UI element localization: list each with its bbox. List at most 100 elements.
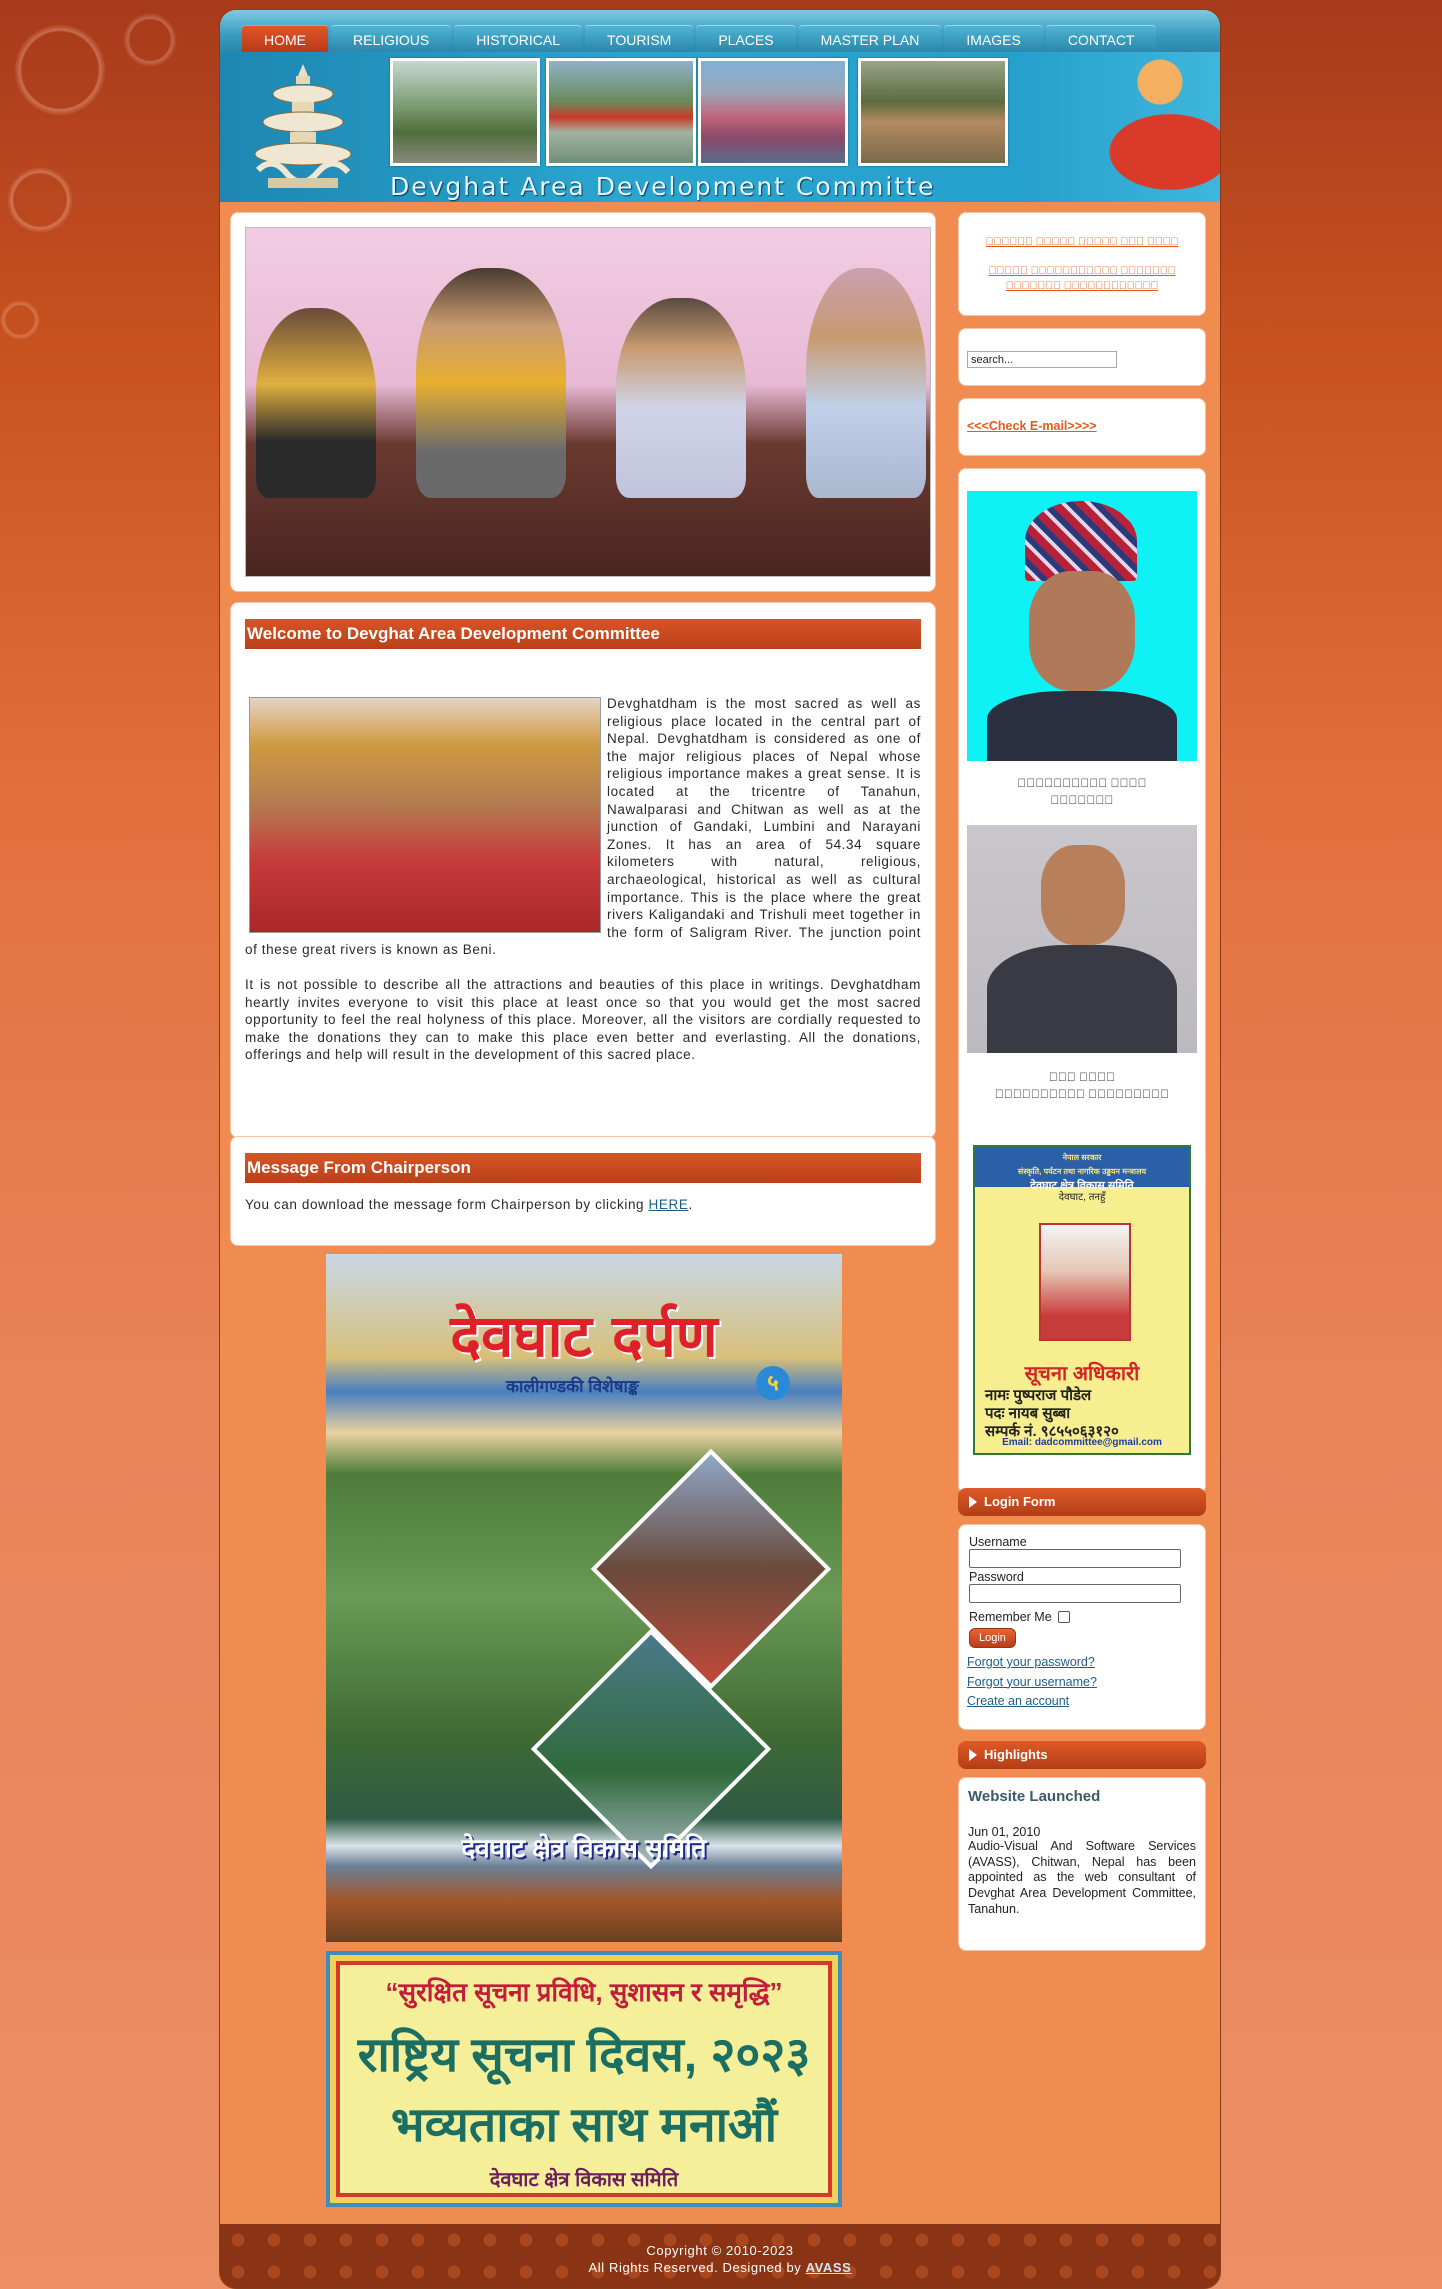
official-2-name:          (1048, 1070, 1116, 1084)
info-card-email: Email: dadcommittee@gmail.com (1002, 1437, 1162, 1448)
official-photo-2 (967, 825, 1197, 1053)
search-input[interactable] (967, 351, 1117, 368)
info-card-name: नामः पुष्पराज पौडेल (985, 1387, 1092, 1404)
official-1-role:         (1050, 793, 1114, 807)
poster1-badge: ५ (756, 1366, 790, 1400)
highlight-item-date: Jun 01, 2010 (968, 1825, 1041, 1839)
check-email-box: <<<Check E-mail>>>> (958, 398, 1206, 456)
info-officer-card[interactable]: नेपाल सरकार संस्कृति, पर्यटन तथा नागरिक … (973, 1145, 1191, 1455)
header-photo-gate (390, 58, 540, 166)
header-photo-temple (546, 58, 696, 166)
info-card-gov: नेपाल सरकार (1062, 1153, 1102, 1162)
check-email-link[interactable]: <<<Check E-mail>>>> (967, 419, 1097, 433)
highlight-item-text: Audio-Visual And Software Services (AVAS… (968, 1839, 1196, 1916)
photo-person-2 (416, 268, 566, 498)
background-swirl-decoration (0, 0, 230, 360)
highlight-item-title[interactable]: Website Launched (968, 1788, 1196, 1805)
info-card-post: पदः नायब सुब्बा (985, 1405, 1071, 1422)
password-input[interactable] (969, 1584, 1181, 1603)
featured-photo-box (230, 212, 936, 592)
chairperson-heading: Message From Chairperson (245, 1153, 921, 1183)
login-form-box: Username Password Remember Me Login Forg… (958, 1524, 1206, 1730)
chairperson-text-after: . (688, 1197, 693, 1212)
photo-person-3 (616, 298, 746, 498)
login-links: Forgot your password? Forgot your userna… (967, 1653, 1197, 1712)
poster1-title: देवघाट दर्पण (450, 1302, 718, 1370)
welcome-box: Welcome to Devghat Area Development Comm… (230, 602, 936, 1138)
username-label: Username (969, 1535, 1027, 1549)
info-card-header: नेपाल सरकार संस्कृति, पर्यटन तथा नागरिक … (975, 1147, 1189, 1192)
poster1-footer: देवघाट क्षेत्र विकास समिति (461, 1833, 707, 1863)
nav-item-images[interactable]: IMAGES (944, 25, 1043, 52)
chairperson-text-before: You can download the message form Chairp… (245, 1197, 649, 1212)
welcome-photo-kids (249, 697, 601, 933)
chairperson-download-link[interactable]: HERE (649, 1197, 689, 1212)
main-nav: HOME RELIGIOUS HISTORICAL TOURISM PLACES… (220, 10, 1220, 52)
poster2-heading: राष्ट्रिय सूचना दिवस, २०२३ (357, 2029, 811, 2082)
info-card-ministry: संस्कृति, पर्यटन तथा नागरिक उड्डयन मन्त्… (1017, 1167, 1147, 1176)
nav-item-tourism[interactable]: TOURISM (585, 25, 694, 52)
welcome-paragraph-2: It is not possible to describe all the a… (245, 976, 921, 1063)
footer-reserved-line: All Rights Reserved. Designed by AVASS (220, 2259, 1220, 2276)
forgot-username-link[interactable]: Forgot your username? (967, 1673, 1197, 1693)
sidebar-link-1[interactable]:                             (959, 235, 1205, 250)
footer-copyright: Copyright © 2010-2023 (646, 2243, 794, 2258)
chairperson-box: Message From Chairperson You can downloa… (230, 1136, 936, 1246)
remember-row: Remember Me (969, 1610, 1197, 1624)
information-day-poster[interactable]: “सुरक्षित सूचना प्रविधि, सुशासन र समृद्ध… (326, 1951, 842, 2207)
photo-person-4 (806, 268, 926, 498)
info-card-place: देवघाट, तनहुँ (1058, 1192, 1106, 1203)
welcome-heading: Welcome to Devghat Area Development Comm… (245, 619, 921, 649)
sidebar-link-2[interactable]:                                         … (959, 264, 1205, 294)
official-2-coat (987, 945, 1177, 1053)
official-1-coat (987, 691, 1177, 761)
password-label: Password (969, 1570, 1024, 1584)
search-box (958, 328, 1206, 386)
official-photo-1 (967, 491, 1197, 761)
official-1-name:                 (1017, 776, 1147, 790)
info-card-title: सूचना अधिकारी (1024, 1363, 1140, 1385)
footer-designer-link[interactable]: AVASS (806, 2260, 852, 2275)
footer-reserved: All Rights Reserved. Designed by (588, 2260, 806, 2275)
photo-person-1 (256, 308, 376, 498)
header-photo-cave (858, 58, 1008, 166)
info-card-photo (1039, 1223, 1131, 1341)
create-account-link[interactable]: Create an account (967, 1692, 1197, 1712)
nav-item-master-plan[interactable]: MASTER PLAN (798, 25, 942, 52)
page-wrapper: HOME RELIGIOUS HISTORICAL TOURISM PLACES… (220, 10, 1220, 2288)
chairperson-text: You can download the message form Chairp… (245, 1196, 921, 1214)
site-logo-icon (254, 64, 352, 188)
official-1-cap (1025, 501, 1137, 581)
header-title: Devghat Area Development Committe (390, 172, 936, 201)
welcome-text: Devghatdham is the most sacred as well a… (245, 695, 921, 1064)
forgot-password-link[interactable]: Forgot your password? (967, 1653, 1197, 1673)
footer: Copyright © 2010-2023 All Rights Reserve… (220, 2224, 1220, 2288)
poster2-slogan: “सुरक्षित सूचना प्रविधि, सुशासन र समृद्ध… (385, 1977, 783, 2007)
poster2-org: देवघाट क्षेत्र विकास समिति (489, 2169, 679, 2191)
nav-item-contact[interactable]: CONTACT (1045, 25, 1157, 52)
header-sage-image (1010, 52, 1220, 202)
header-photo-crowd (698, 58, 848, 166)
highlights-box: Website Launched Jun 01, 2010 Audio-Visu… (958, 1777, 1206, 1951)
login-form-title: Login Form (958, 1488, 1206, 1516)
nav-item-home[interactable]: HOME (242, 25, 328, 52)
official-2-role:                      (994, 1087, 1170, 1101)
login-button[interactable]: Login (969, 1628, 1016, 1648)
remember-me-checkbox[interactable] (1057, 1611, 1070, 1623)
official-2-face (1041, 845, 1125, 945)
nav-item-religious[interactable]: RELIGIOUS (331, 25, 452, 52)
username-input[interactable] (969, 1549, 1181, 1568)
remember-me-label: Remember Me (969, 1610, 1052, 1624)
highlights-title: Highlights (958, 1741, 1206, 1769)
login-button-row: Login (969, 1628, 1197, 1648)
poster2-subheading: भव्यताका साथ मनाऔं (390, 2099, 778, 2152)
official-1-face (1029, 571, 1135, 691)
header-banner: Devghat Area Development Committe (220, 52, 1220, 202)
official-1-caption:                         (959, 775, 1205, 809)
sidebar-links-box:                                         … (958, 212, 1206, 316)
devghat-darpan-poster[interactable]: देवघाट दर्पण कालीगण्डकी विशेषाङ्क ५ देवघ… (326, 1254, 842, 1942)
poster1-subtitle: कालीगण्डकी विशेषाङ्क (506, 1377, 639, 1396)
nav-item-places[interactable]: PLACES (696, 25, 796, 52)
featured-photo (245, 227, 931, 577)
nav-item-historical[interactable]: HISTORICAL (454, 25, 583, 52)
